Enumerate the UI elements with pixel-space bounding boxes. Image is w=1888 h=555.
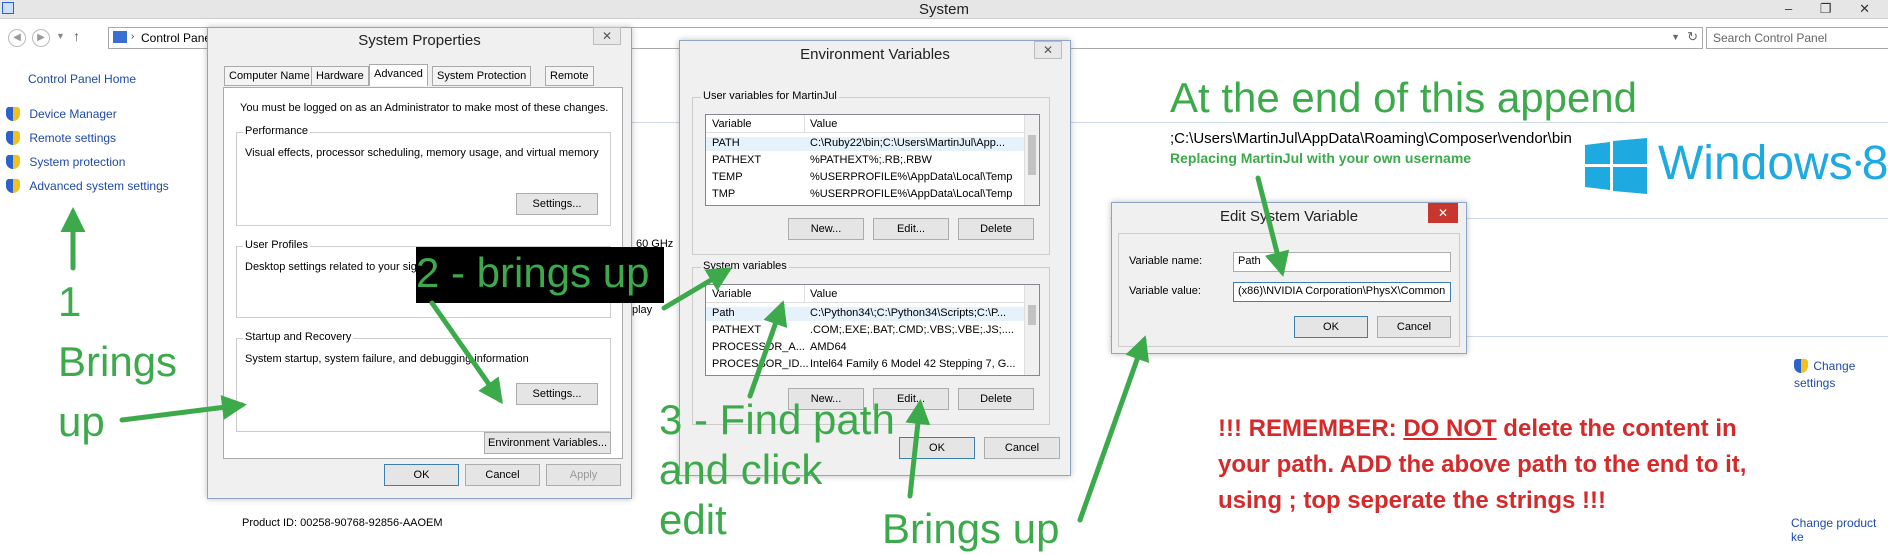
arrow-to-env-dialog xyxy=(661,267,733,311)
arrow-to-system-properties xyxy=(119,395,247,423)
arrow-to-path-row xyxy=(747,300,788,399)
arrow-to-edit-button xyxy=(905,399,931,499)
arrow-to-variable-value xyxy=(1255,175,1290,277)
arrow-to-edit-dialog xyxy=(1077,335,1150,523)
annotation-arrows xyxy=(60,175,1290,523)
arrow-to-env-button xyxy=(429,300,503,405)
